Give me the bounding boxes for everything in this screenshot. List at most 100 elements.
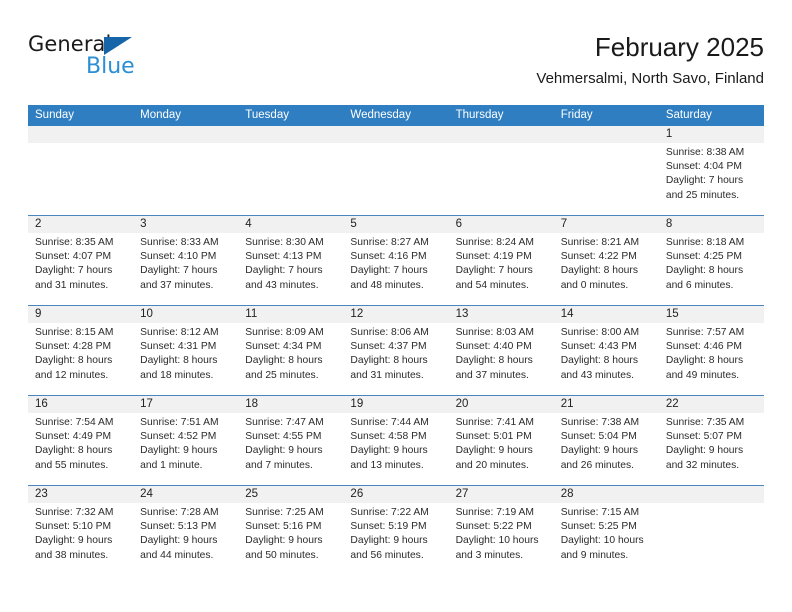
sunset-text: Sunset: 4:22 PM xyxy=(560,251,637,263)
calendar-day-cell[interactable]: 4 Sunrise: 8:30 AM Sunset: 4:13 PM Daylight… xyxy=(238,216,344,305)
calendar-day-cell[interactable]: 10 Sunrise: 8:12 AM Sunset: 4:31 PM Dayligh… xyxy=(133,306,239,395)
calendar-day-cell[interactable]: 24 Sunrise: 7:28 AM Sunset: 5:13 PM Dayligh… xyxy=(133,486,239,566)
weekday-friday: Friday xyxy=(560,109,593,121)
calendar-day-cell[interactable]: 23 Sunrise: 7:32 AM Sunset: 5:10 PM Dayligh… xyxy=(28,486,134,566)
day-sun-info: Sunrise: 8:12 AM Sunset: 4:31 PM Daylight:… xyxy=(133,323,238,383)
day-number: 6 xyxy=(455,218,462,230)
day-number: 26 xyxy=(350,488,364,500)
day-number-band: 15 xyxy=(658,306,764,323)
calendar-day-cell[interactable]: 8 Sunrise: 8:18 AM Sunset: 4:25 PM Daylight… xyxy=(658,216,764,305)
daylight-text: Daylight: 8 hours and 37 minutes. xyxy=(455,355,533,381)
sunrise-text: Sunrise: 7:15 AM xyxy=(560,507,640,518)
day-sun-info: Sunrise: 8:06 AM Sunset: 4:37 PM Daylight:… xyxy=(343,323,448,383)
sunset-text: Sunset: 5:16 PM xyxy=(245,521,322,533)
calendar-week-row: 1 Sunrise: 8:38 AM Sunset: 4:04 PM Daylight… xyxy=(28,126,764,215)
day-number: 25 xyxy=(245,488,259,500)
daylight-text: Daylight: 7 hours and 31 minutes. xyxy=(35,265,113,291)
day-sun-info: Sunrise: 7:57 AM Sunset: 4:46 PM Daylight:… xyxy=(659,323,764,383)
daylight-text: Daylight: 9 hours and 20 minutes. xyxy=(455,445,533,471)
calendar-day-cell-empty xyxy=(133,126,239,215)
calendar-day-cell[interactable]: 17 Sunrise: 7:51 AM Sunset: 4:52 PM Dayligh… xyxy=(133,396,239,485)
sunrise-text: Sunrise: 8:15 AM xyxy=(35,327,114,338)
sunrise-text: Sunrise: 7:44 AM xyxy=(350,417,429,428)
daylight-text: Daylight: 8 hours and 49 minutes. xyxy=(665,355,744,381)
calendar-day-cell[interactable]: 3 Sunrise: 8:33 AM Sunset: 4:10 PM Daylight… xyxy=(133,216,239,305)
daylight-text: Daylight: 9 hours and 13 minutes. xyxy=(350,445,428,471)
calendar-day-cell[interactable]: 27 Sunrise: 7:19 AM Sunset: 5:22 PM Dayligh… xyxy=(448,486,554,566)
calendar-day-cell[interactable]: 13 Sunrise: 8:03 AM Sunset: 4:40 PM Dayligh… xyxy=(448,306,554,395)
day-number: 1 xyxy=(665,128,673,140)
day-number: 24 xyxy=(140,488,153,500)
calendar-day-cell[interactable]: 21 Sunrise: 7:38 AM Sunset: 5:04 PM Dayligh… xyxy=(553,396,659,485)
day-number-band: 5 xyxy=(343,216,449,233)
calendar-day-cell[interactable]: 7 Sunrise: 8:21 AM Sunset: 4:22 PM Daylight… xyxy=(553,216,659,305)
calendar-day-cell[interactable]: 25 Sunrise: 7:25 AM Sunset: 5:16 PM Dayligh… xyxy=(238,486,344,566)
daylight-text: Daylight: 9 hours and 32 minutes. xyxy=(665,445,744,471)
day-number-band xyxy=(28,126,134,143)
location-subtitle: Vehmersalmi, North Savo, Finland xyxy=(536,70,764,87)
calendar-day-cell[interactable]: 20 Sunrise: 7:41 AM Sunset: 5:01 PM Dayligh… xyxy=(448,396,554,485)
day-number: 11 xyxy=(245,308,258,320)
day-number: 3 xyxy=(140,218,147,230)
day-sun-info: Sunrise: 7:15 AM Sunset: 5:25 PM Daylight:… xyxy=(554,503,659,563)
calendar-day-cell[interactable]: 9 Sunrise: 8:15 AM Sunset: 4:28 PM Daylight… xyxy=(28,306,134,395)
sunset-text: Sunset: 5:01 PM xyxy=(455,431,532,443)
daylight-text: Daylight: 8 hours and 6 minutes. xyxy=(665,265,744,291)
calendar-day-cell[interactable]: 14 Sunrise: 8:00 AM Sunset: 4:43 PM Dayligh… xyxy=(553,306,659,395)
day-number: 19 xyxy=(350,398,364,410)
sunset-text: Sunset: 4:31 PM xyxy=(140,341,217,353)
day-number: 22 xyxy=(665,398,679,410)
weekday-header-row: Sunday Monday Tuesday Wednesday Thursday… xyxy=(28,105,764,126)
daylight-text: Daylight: 9 hours and 56 minutes. xyxy=(350,535,428,561)
calendar-day-cell[interactable]: 6 Sunrise: 8:24 AM Sunset: 4:19 PM Daylight… xyxy=(448,216,554,305)
sunrise-text: Sunrise: 7:47 AM xyxy=(245,417,324,428)
day-number-band xyxy=(238,126,344,143)
sunrise-text: Sunrise: 8:18 AM xyxy=(665,237,745,248)
day-number: 14 xyxy=(560,308,574,320)
calendar-day-cell-empty xyxy=(448,126,554,215)
day-number-band: 14 xyxy=(553,306,659,323)
calendar-day-cell[interactable]: 2 Sunrise: 8:35 AM Sunset: 4:07 PM Daylight… xyxy=(28,216,134,305)
sunset-text: Sunset: 4:16 PM xyxy=(350,251,427,263)
calendar-day-cell[interactable]: 26 Sunrise: 7:22 AM Sunset: 5:19 PM Dayligh… xyxy=(343,486,449,566)
calendar-day-cell[interactable]: 11 Sunrise: 8:09 AM Sunset: 4:34 PM Dayligh… xyxy=(238,306,344,395)
general-blue-logo[interactable]: General Blue xyxy=(28,32,228,88)
calendar-weeks: 1 Sunrise: 8:38 AM Sunset: 4:04 PM Daylight… xyxy=(28,126,764,566)
calendar-day-cell[interactable]: 15 Sunrise: 7:57 AM Sunset: 4:46 PM Dayligh… xyxy=(658,306,764,395)
calendar-day-cell[interactable]: 1 Sunrise: 8:38 AM Sunset: 4:04 PM Daylight… xyxy=(658,126,764,215)
day-number-band: 21 xyxy=(553,396,659,413)
calendar-week-row: 2 Sunrise: 8:35 AM Sunset: 4:07 PM Daylight… xyxy=(28,215,764,305)
calendar-day-cell[interactable]: 12 Sunrise: 8:06 AM Sunset: 4:37 PM Dayligh… xyxy=(343,306,449,395)
calendar-day-cell[interactable]: 16 Sunrise: 7:54 AM Sunset: 4:49 PM Dayligh… xyxy=(28,396,134,485)
calendar-week-row: 23 Sunrise: 7:32 AM Sunset: 5:10 PM Dayligh… xyxy=(28,485,764,566)
calendar-page: General Blue February 2025 Vehmersalmi, … xyxy=(0,0,792,612)
logo-triangle-icon xyxy=(104,37,132,55)
calendar-day-cell[interactable]: 18 Sunrise: 7:47 AM Sunset: 4:55 PM Dayligh… xyxy=(238,396,344,485)
sunset-text: Sunset: 4:52 PM xyxy=(140,431,217,443)
calendar-week-row: 9 Sunrise: 8:15 AM Sunset: 4:28 PM Daylight… xyxy=(28,305,764,395)
day-number-band: 20 xyxy=(448,396,554,413)
day-number: 10 xyxy=(140,308,153,320)
sunset-text: Sunset: 5:22 PM xyxy=(455,521,532,533)
sunset-text: Sunset: 4:43 PM xyxy=(560,341,637,353)
day-number-band: 27 xyxy=(448,486,554,503)
day-number-band: 23 xyxy=(28,486,134,503)
calendar-day-cell-empty xyxy=(343,126,449,215)
daylight-text: Daylight: 9 hours and 7 minutes. xyxy=(245,445,323,471)
sunset-text: Sunset: 4:46 PM xyxy=(665,341,742,353)
daylight-text: Daylight: 8 hours and 55 minutes. xyxy=(35,445,113,471)
day-number-band xyxy=(133,126,239,143)
calendar-day-cell[interactable]: 28 Sunrise: 7:15 AM Sunset: 5:25 PM Dayligh… xyxy=(553,486,659,566)
daylight-text: Daylight: 9 hours and 50 minutes. xyxy=(245,535,323,561)
calendar-day-cell[interactable]: 5 Sunrise: 8:27 AM Sunset: 4:16 PM Daylight… xyxy=(343,216,449,305)
sunset-text: Sunset: 5:04 PM xyxy=(560,431,637,443)
daylight-text: Daylight: 7 hours and 25 minutes. xyxy=(665,175,744,201)
day-number-band: 7 xyxy=(553,216,659,233)
day-sun-info: Sunrise: 8:24 AM Sunset: 4:19 PM Daylight:… xyxy=(449,233,554,293)
day-number: 17 xyxy=(140,398,153,410)
calendar-day-cell[interactable]: 19 Sunrise: 7:44 AM Sunset: 4:58 PM Dayligh… xyxy=(343,396,449,485)
day-sun-info: Sunrise: 7:32 AM Sunset: 5:10 PM Daylight:… xyxy=(28,503,133,563)
daylight-text: Daylight: 8 hours and 43 minutes. xyxy=(560,355,638,381)
calendar-day-cell[interactable]: 22 Sunrise: 7:35 AM Sunset: 5:07 PM Dayligh… xyxy=(658,396,764,485)
day-number-band: 24 xyxy=(133,486,239,503)
